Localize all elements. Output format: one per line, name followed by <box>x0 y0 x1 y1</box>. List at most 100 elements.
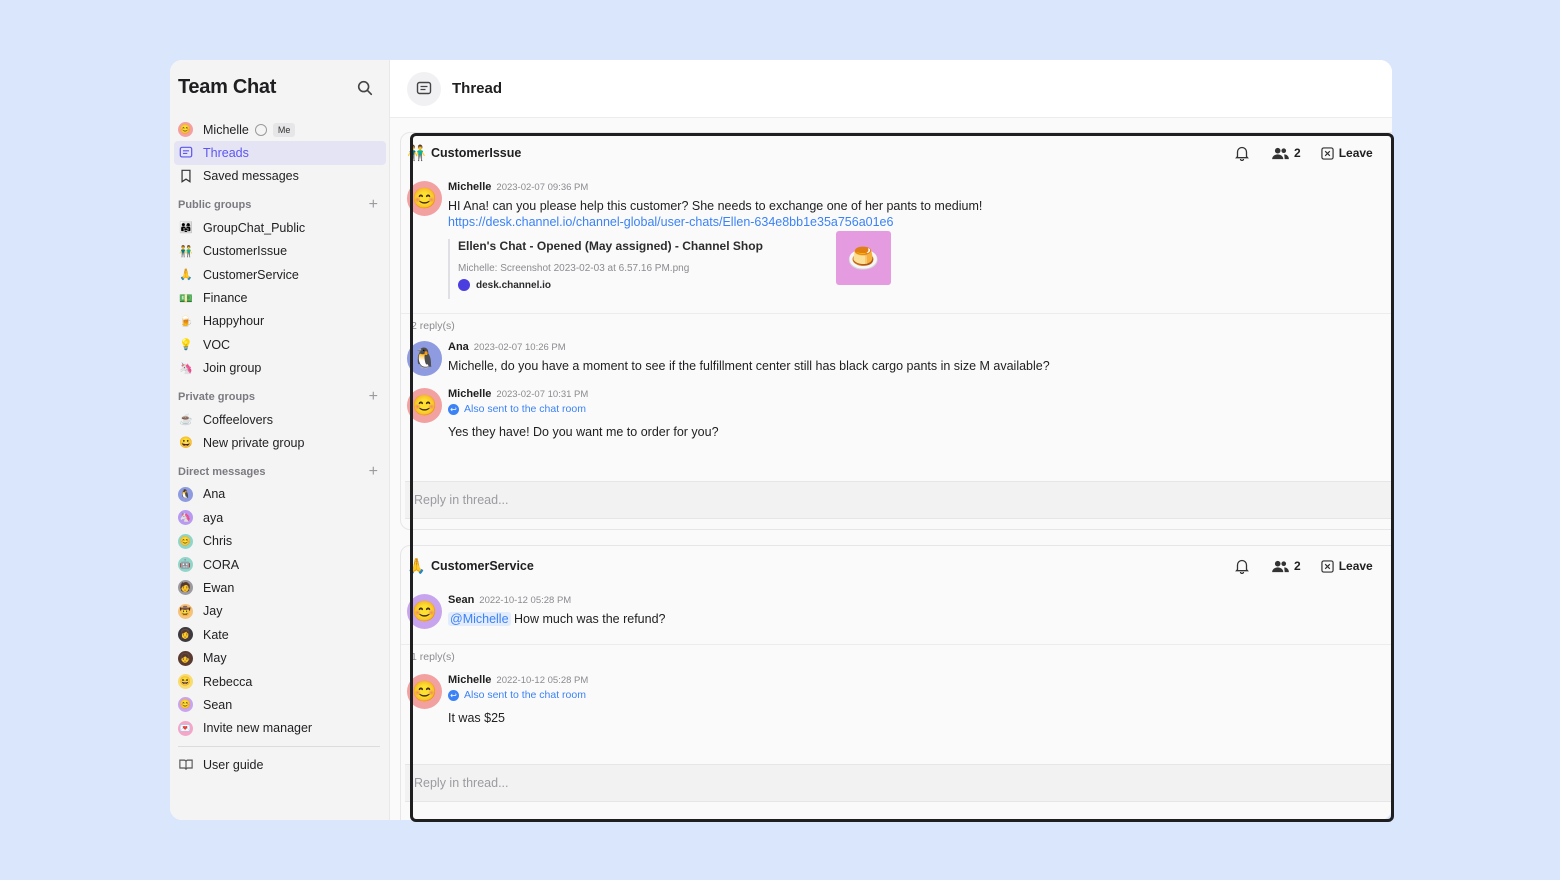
join-group-button[interactable]: 🦄 Join group <box>170 357 390 380</box>
also-sent-link[interactable]: ↩ Also sent to the chat room <box>448 689 1378 701</box>
thread-card: 🙏 CustomerService 2 Leave 😊 Sean 2022-10-… <box>400 545 1392 820</box>
sidebar-item-label: Kate <box>203 627 229 642</box>
bell-icon[interactable] <box>1234 558 1250 574</box>
bell-icon[interactable] <box>1234 145 1250 161</box>
preview-thumbnail[interactable]: 🍮 <box>836 231 891 285</box>
direct-messages-header: Direct messages + <box>170 461 390 483</box>
sidebar-item-dm[interactable]: 👧 May <box>170 646 390 669</box>
add-direct-message-button[interactable]: + <box>369 463 378 481</box>
app-title: Team Chat <box>178 76 277 98</box>
unicorn-icon: 🦄 <box>179 362 193 375</box>
sidebar-item-dm[interactable]: 😊 Sean <box>170 693 390 716</box>
status-icon[interactable] <box>254 123 267 136</box>
sidebar-item-label: User guide <box>203 757 264 772</box>
section-title: Direct messages <box>178 465 266 478</box>
user-guide-link[interactable]: User guide <box>170 753 390 776</box>
members-button[interactable]: 2 <box>1272 559 1301 573</box>
avatar: 🐧 <box>178 486 193 502</box>
leave-button[interactable]: Leave <box>1321 559 1373 573</box>
members-button[interactable]: 2 <box>1272 146 1301 160</box>
timestamp: 2023-02-07 10:26 PM <box>473 342 566 353</box>
bookmark-icon <box>178 168 194 184</box>
sidebar-item-me[interactable]: 😊 Michelle Me <box>170 118 390 141</box>
reply-input[interactable]: Reply in thread... <box>405 481 1392 519</box>
sidebar-item-label: Threads <box>203 146 249 161</box>
reply-input[interactable]: Reply in thread... <box>405 764 1392 802</box>
sidebar-item-group[interactable]: 😀 New private group <box>170 431 390 454</box>
sidebar-item-dm[interactable]: 😆 Rebecca <box>170 670 390 693</box>
sidebar-item-dm[interactable]: 💌 Invite new manager <box>170 717 390 740</box>
link-preview[interactable]: Ellen's Chat - Opened (May assigned) - C… <box>448 231 908 299</box>
mention[interactable]: @Michelle <box>448 612 511 626</box>
sidebar-item-dm[interactable]: 🤠 Jay <box>170 600 390 623</box>
section-title: Public groups <box>178 199 252 212</box>
author-name[interactable]: Michelle <box>448 181 491 193</box>
reply-count: 2 reply(s) <box>411 320 455 332</box>
sidebar-item-group[interactable]: 👨‍👩‍👧 GroupChat_Public <box>170 216 390 239</box>
message-text: Yes they have! Do you want me to order f… <box>448 425 719 439</box>
sidebar-item-dm[interactable]: 🤖 CORA <box>170 553 390 576</box>
thread-card: 👬 CustomerIssue 2 Leave 😊 Michelle 2023-0… <box>400 132 1392 530</box>
sidebar-item-label: CustomerIssue <box>203 244 288 259</box>
people-icon <box>1272 147 1289 159</box>
group-emoji-icon: 🍺 <box>179 315 193 328</box>
divider <box>401 644 1392 645</box>
author-name[interactable]: Michelle <box>448 674 491 686</box>
timestamp: 2023-02-07 10:31 PM <box>496 389 589 400</box>
sidebar-item-threads[interactable]: Threads <box>174 141 386 165</box>
sidebar-item-group[interactable]: 🙏 CustomerService <box>170 263 390 286</box>
avatar: 😆 <box>178 674 193 689</box>
message-link[interactable]: https://desk.channel.io/channel-global/u… <box>448 215 1378 229</box>
leave-button[interactable]: Leave <box>1321 146 1373 160</box>
sidebar: Team Chat 😊 Michelle Me Threads Saved me… <box>170 60 390 820</box>
sidebar-item-dm[interactable]: 🧑 Ewan <box>170 576 390 599</box>
avatar: 👩 <box>178 627 193 643</box>
sidebar-item-group[interactable]: ☕ Coffeelovers <box>170 408 390 431</box>
group-name[interactable]: CustomerIssue <box>431 146 521 160</box>
author-name[interactable]: Sean <box>448 594 474 606</box>
sidebar-item-label: Ewan <box>203 580 235 595</box>
thread-actions: 2 Leave <box>1234 145 1373 161</box>
group-emoji-icon: ☕ <box>179 414 193 427</box>
author-name[interactable]: Michelle <box>448 388 491 400</box>
timestamp: 2022-10-12 05:28 PM <box>496 675 589 686</box>
divider <box>178 745 380 747</box>
also-sent-link[interactable]: ↩ Also sent to the chat room <box>448 403 1378 415</box>
preview-site: desk.channel.io <box>476 279 552 291</box>
message-text: HI Ana! can you please help this custome… <box>448 199 983 213</box>
sidebar-item-label: Happyhour <box>203 314 265 329</box>
sidebar-nav: 😊 Michelle Me Threads Saved messages Pub… <box>170 118 390 776</box>
message-text: How much was the refund? <box>510 612 666 626</box>
avatar: 😊 <box>407 181 442 216</box>
sidebar-item-group[interactable]: 🍺 Happyhour <box>170 310 390 333</box>
sidebar-item-label: Jay <box>203 604 223 619</box>
sidebar-item-label: Coffeelovers <box>203 412 273 427</box>
reply-count: 1 reply(s) <box>411 651 455 663</box>
sidebar-item-dm[interactable]: 🦄 aya <box>170 506 390 529</box>
book-icon <box>178 757 194 773</box>
add-public-group-button[interactable]: + <box>369 196 378 214</box>
sidebar-item-dm[interactable]: 👩 Kate <box>170 623 390 646</box>
thread-icon <box>407 72 441 106</box>
app-window: Team Chat 😊 Michelle Me Threads Saved me… <box>170 60 1392 820</box>
avatar: 😊 <box>407 388 442 423</box>
sidebar-item-group[interactable]: 💡 VOC <box>170 333 390 356</box>
divider <box>401 313 1392 314</box>
group-emoji-icon: 🙏 <box>179 269 193 282</box>
author-name[interactable]: Ana <box>448 341 469 353</box>
sidebar-item-dm[interactable]: 🐧 Ana <box>170 483 390 506</box>
sidebar-item-dm[interactable]: 😊 Chris <box>170 529 390 552</box>
group-name[interactable]: CustomerService <box>431 559 534 573</box>
sidebar-item-group[interactable]: 💵 Finance <box>170 286 390 309</box>
timestamp: 2022-10-12 05:28 PM <box>479 595 572 606</box>
message-text: It was $25 <box>448 711 505 725</box>
add-private-group-button[interactable]: + <box>369 388 378 406</box>
avatar: 😊 <box>407 594 442 629</box>
group-emoji-icon: 💡 <box>179 339 193 352</box>
sidebar-item-label: CORA <box>203 557 240 572</box>
avatar: 👧 <box>178 650 193 666</box>
sidebar-item-group[interactable]: 👬 CustomerIssue <box>170 240 390 263</box>
search-icon[interactable] <box>356 79 374 97</box>
sidebar-item-saved-messages[interactable]: Saved messages <box>170 165 390 188</box>
group-emoji-icon: 👨‍👩‍👧 <box>179 222 193 235</box>
